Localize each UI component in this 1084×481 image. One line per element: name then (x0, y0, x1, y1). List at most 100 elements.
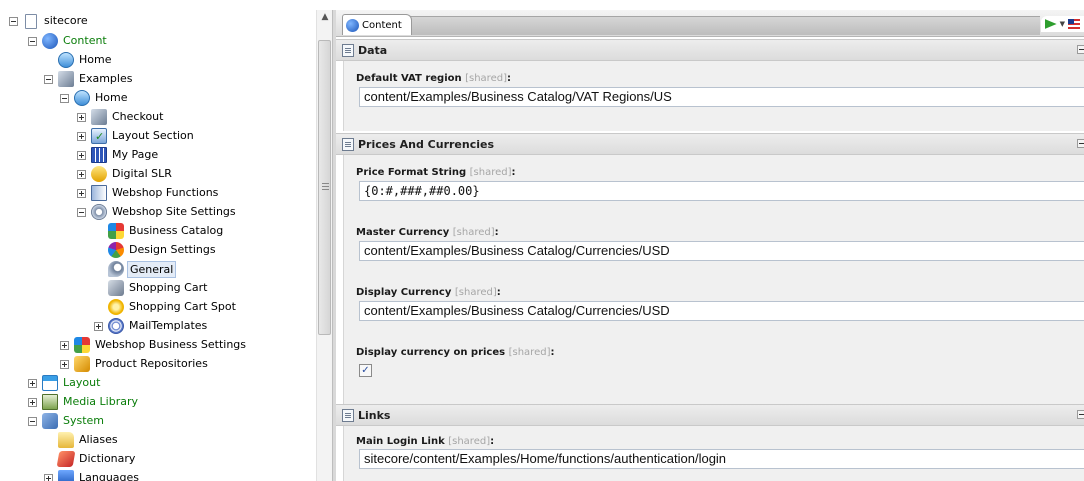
tree-item-media-library[interactable]: Media Library (28, 393, 140, 411)
tree-item-dictionary[interactable]: Dictionary (44, 450, 137, 468)
display-currency-select[interactable]: content/Examples/Business Catalog/Curren… (359, 301, 1084, 321)
tree-item-general[interactable]: General (94, 260, 177, 278)
webshop-functions-icon (91, 185, 107, 201)
tree-item-label: Shopping Cart Spot (129, 300, 236, 313)
tree-item-languages[interactable]: Languages (44, 469, 141, 481)
system-icon (42, 413, 58, 429)
master-currency-select[interactable]: content/Examples/Business Catalog/Curren… (359, 241, 1084, 261)
tree-item-mailtemplates[interactable]: MailTemplates (94, 317, 209, 335)
navigate-arrow-icon[interactable] (1044, 19, 1057, 29)
section-prices-and-currencies[interactable]: Prices And Currencies (336, 133, 1084, 155)
expand-toggle[interactable] (28, 397, 37, 407)
expand-toggle[interactable] (77, 131, 86, 141)
tree-item-layout-section[interactable]: Layout Section (77, 127, 196, 146)
home-icon (74, 90, 90, 106)
my-page-icon (91, 147, 107, 163)
main-login-link-select[interactable]: sitecore/content/Examples/Home/functions… (359, 449, 1084, 469)
tree-item-label: Layout (63, 376, 101, 389)
content-tree: sitecore Content Home Examples Home Chec… (0, 10, 316, 481)
field-default-vat-region: Default VAT region [shared]: content/Exa… (343, 61, 1084, 131)
tree-item-system[interactable]: System (28, 412, 106, 430)
vat-region-select[interactable]: content/Examples/Business Catalog/VAT Re… (359, 87, 1084, 107)
tree-item-label: MailTemplates (129, 319, 208, 332)
tree-item-digital-slr[interactable]: Digital SLR (77, 165, 174, 183)
select-value: content/Examples/Business Catalog/Curren… (364, 243, 670, 258)
media-library-icon (42, 394, 58, 410)
tree-item-shopping-cart-spot[interactable]: Shopping Cart Spot (94, 298, 238, 316)
collapse-section-icon[interactable] (1077, 410, 1084, 419)
field-label: Main Login Link [shared]: (356, 436, 495, 447)
cart-spot-icon (108, 299, 124, 315)
tree-item-label: Business Catalog (129, 224, 224, 237)
tree-item-content[interactable]: Content (28, 32, 109, 50)
tree-scrollbar[interactable]: ▲ (316, 10, 333, 481)
section-links[interactable]: Links (336, 404, 1084, 426)
tree-item-my-page[interactable]: My Page (77, 146, 160, 164)
tree-item-examples-home[interactable]: Home (60, 89, 129, 107)
wrench-icon (108, 261, 124, 277)
languages-icon (58, 470, 74, 481)
section-icon (342, 408, 354, 422)
scroll-up-arrow-icon[interactable]: ▲ (317, 10, 333, 24)
field-label: Default VAT region [shared]: (356, 73, 511, 84)
tree-item-business-catalog[interactable]: Business Catalog (94, 222, 225, 240)
product-repositories-icon (74, 356, 90, 372)
chevron-down-icon[interactable]: ▼ (1060, 20, 1065, 28)
tree-item-checkout[interactable]: Checkout (77, 108, 165, 126)
tree-item-home[interactable]: Home (44, 51, 113, 69)
expand-toggle[interactable] (77, 188, 86, 198)
collapse-toggle[interactable] (44, 74, 53, 84)
tree-item-label: Design Settings (129, 243, 216, 256)
collapse-section-icon[interactable] (1077, 45, 1084, 54)
tree-item-shopping-cart[interactable]: Shopping Cart (94, 279, 209, 297)
content-globe-icon (346, 18, 359, 32)
collapse-section-icon[interactable] (1077, 139, 1084, 148)
editor-tabstrip: Content ▼ (336, 10, 1084, 37)
tree-item-aliases[interactable]: Aliases (44, 431, 120, 449)
tree-item-design-settings[interactable]: Design Settings (94, 241, 218, 259)
tree-item-examples[interactable]: Examples (44, 70, 134, 88)
tree-item-label: Webshop Business Settings (95, 338, 247, 351)
tree-item-webshop-business-settings[interactable]: Webshop Business Settings (60, 336, 248, 354)
section-icon (342, 137, 354, 151)
tree-item-label: Shopping Cart (129, 281, 208, 294)
expand-toggle[interactable] (77, 169, 86, 179)
expand-toggle[interactable] (94, 321, 103, 331)
tree-item-layout[interactable]: Layout (28, 374, 102, 392)
collapse-toggle[interactable] (77, 207, 86, 217)
expand-toggle[interactable] (60, 340, 69, 350)
tab-content[interactable]: Content (342, 14, 412, 35)
section-data[interactable]: Data (336, 39, 1084, 61)
tree-item-label: Webshop Functions (112, 186, 219, 199)
grip-icon (322, 183, 329, 191)
section-icon (342, 43, 354, 57)
tree-item-webshop-site-settings[interactable]: Webshop Site Settings (77, 203, 238, 221)
collapse-toggle[interactable] (60, 93, 69, 103)
tree-item-label: Product Repositories (95, 357, 208, 370)
tab-rail (400, 16, 1040, 35)
expand-toggle[interactable] (77, 150, 86, 160)
scrollbar-thumb[interactable] (318, 40, 331, 335)
tree-item-label: Checkout (112, 110, 164, 123)
expand-toggle[interactable] (28, 378, 37, 388)
select-value: content/Examples/Business Catalog/VAT Re… (364, 89, 672, 104)
aliases-icon (58, 432, 74, 448)
price-format-input[interactable]: {0:#,###,##0.00} (359, 181, 1084, 201)
language-flag-icon[interactable] (1068, 19, 1080, 29)
examples-icon (58, 71, 74, 87)
tab-label: Content (362, 19, 402, 31)
collapse-toggle[interactable] (9, 16, 18, 26)
tree-item-sitecore[interactable]: sitecore (9, 12, 90, 30)
field-label: Master Currency [shared]: (356, 227, 499, 238)
tree-item-webshop-functions[interactable]: Webshop Functions (77, 184, 220, 202)
expand-toggle[interactable] (77, 112, 86, 122)
tree-item-product-repositories[interactable]: Product Repositories (60, 355, 210, 373)
expand-toggle[interactable] (44, 473, 53, 481)
display-currency-checkbox[interactable]: ✓ (359, 364, 372, 377)
collapse-toggle[interactable] (28, 416, 37, 426)
section-title: Links (358, 408, 391, 422)
collapse-toggle[interactable] (28, 36, 37, 46)
prices-fields: Price Format String [shared]: {0:#,###,#… (343, 155, 1084, 405)
tree-item-label: Dictionary (79, 452, 136, 465)
expand-toggle[interactable] (60, 359, 69, 369)
